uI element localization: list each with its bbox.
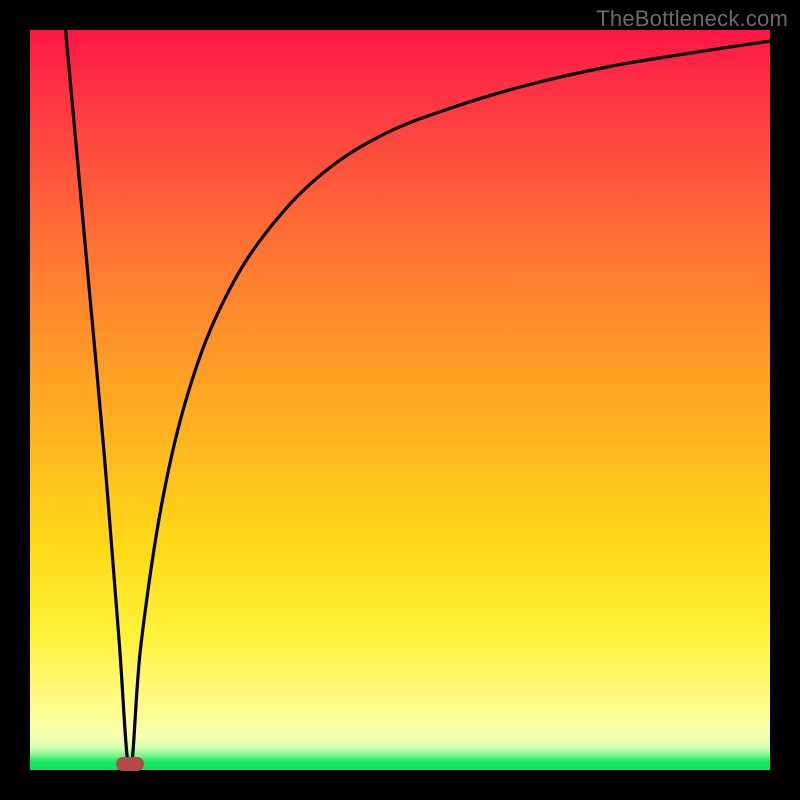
minimum-marker [116, 757, 144, 771]
chart-frame [30, 30, 770, 770]
watermark-text: TheBottleneck.com [596, 6, 788, 32]
bottleneck-curve-svg [30, 30, 770, 770]
bottleneck-curve-path [66, 30, 770, 770]
